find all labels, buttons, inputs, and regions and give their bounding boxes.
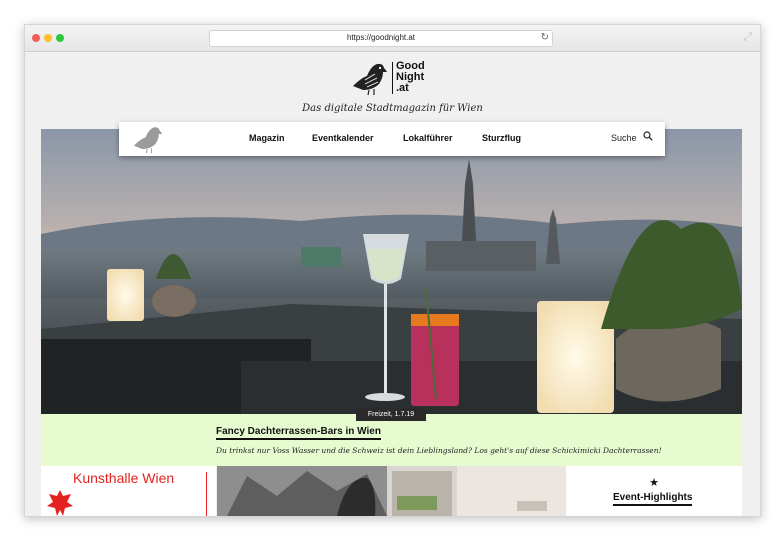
interior-photo <box>217 466 566 516</box>
search-label[interactable]: Suche <box>611 133 637 143</box>
nav-item-lokalfuehrer[interactable]: Lokalführer <box>403 133 453 143</box>
rooftop-bar-photo <box>41 129 742 414</box>
search-icon[interactable] <box>643 131 653 141</box>
pigeon-logo-icon <box>353 63 387 96</box>
eagle-crest-icon <box>47 490 73 516</box>
fullscreen-icon[interactable]: ⤢ <box>743 31 752 44</box>
web-page: Good Night .at Das digitale Stadtmagazin… <box>25 52 760 516</box>
kunsthalle-rule <box>206 472 207 516</box>
address-bar[interactable]: https://goodnight.at ↻ <box>209 30 553 47</box>
event-highlights-title[interactable]: Event-Highlights <box>613 492 693 506</box>
feature-photo-tile[interactable] <box>217 466 566 516</box>
site-logo[interactable]: Good Night .at <box>351 60 431 98</box>
article-title[interactable]: Fancy Dachterrassen-Bars in Wien <box>216 426 381 440</box>
address-url: https://goodnight.at <box>346 33 416 42</box>
article-teaser: Du trinkst nur Voss Wasser und die Schwe… <box>216 446 662 455</box>
logo-line-3: .at <box>396 82 409 94</box>
logo-divider <box>392 62 393 94</box>
nav-item-eventkalender[interactable]: Eventkalender <box>312 133 374 143</box>
pigeon-nav-icon[interactable] <box>131 124 165 154</box>
browser-window: https://goodnight.at ↻ ⤢ Good Night .at … <box>24 24 761 517</box>
minimize-window-button[interactable] <box>44 34 52 42</box>
logo-wordmark: Good Night .at <box>396 61 425 94</box>
site-tagline: Das digitale Stadtmagazin für Wien <box>302 103 483 114</box>
browser-toolbar: https://goodnight.at ↻ ⤢ <box>25 25 760 52</box>
kunsthalle-ad-tile[interactable]: Kunsthalle Wien <box>41 466 216 516</box>
maximize-window-button[interactable] <box>56 34 64 42</box>
hero-caption[interactable]: Freizeit, 1.7.19 Fancy Dachterrassen-Bar… <box>41 408 742 468</box>
main-navigation: Magazin Eventkalender Lokalführer Sturzf… <box>119 122 665 156</box>
event-highlights-tile[interactable]: ★ Event-Highlights <box>566 466 742 516</box>
hero-image[interactable] <box>41 129 742 414</box>
close-window-button[interactable] <box>32 34 40 42</box>
nav-item-sturzflug[interactable]: Sturzflug <box>482 133 521 143</box>
star-icon: ★ <box>649 477 659 489</box>
nav-item-magazin[interactable]: Magazin <box>249 133 285 143</box>
kunsthalle-label: Kunsthalle Wien <box>73 470 175 486</box>
reload-icon[interactable]: ↻ <box>541 32 549 44</box>
category-date-badge: Freizeit, 1.7.19 <box>356 408 426 421</box>
